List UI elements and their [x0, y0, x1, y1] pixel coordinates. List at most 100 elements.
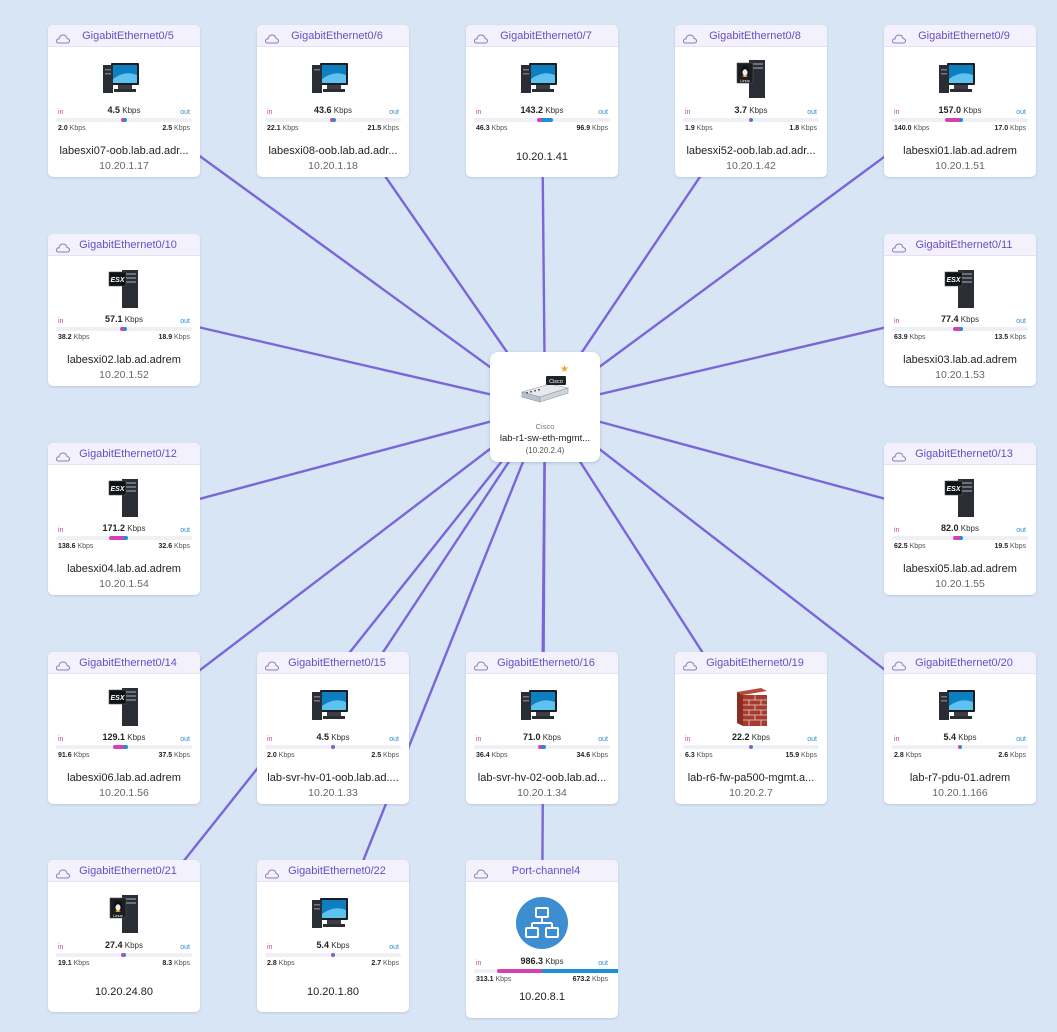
esx-tower-icon: ESX	[100, 473, 148, 521]
out-label: out	[1016, 318, 1026, 325]
traffic-meter: in 3.7 Kbps out 1.9 Kbps 1.8 Kbps	[683, 105, 819, 145]
traffic-bar	[265, 953, 401, 957]
interface-node[interactable]: GigabitEthernet0/12 ESX in 171.2 Kbps ou…	[48, 443, 200, 595]
interface-header: GigabitEthernet0/15	[257, 652, 409, 674]
interface-node[interactable]: GigabitEthernet0/8 Linux in 3.7 Kbps out…	[675, 25, 827, 177]
device-name: labesxi52-oob.lab.ad.adr...	[686, 145, 816, 157]
out-label: out	[807, 736, 817, 743]
interface-header: GigabitEthernet0/7	[466, 25, 618, 47]
linux-tower-icon: Linux	[727, 55, 775, 103]
traffic-out-fill	[124, 953, 127, 957]
interface-node[interactable]: GigabitEthernet0/7 in 143.2 Kbps out 46.…	[466, 25, 618, 177]
interface-node[interactable]: GigabitEthernet0/10 ESX in 57.1 Kbps out…	[48, 234, 200, 386]
traffic-bar	[683, 118, 819, 122]
core-switch-node[interactable]: Cisco ★ Cisco lab-r1-sw-eth-mgmt... (10.…	[490, 352, 600, 462]
cloud-icon	[55, 240, 71, 252]
out-rate: 32.6 Kbps	[158, 543, 190, 550]
device-ip: 10.20.1.56	[99, 787, 149, 799]
traffic-bar	[683, 745, 819, 749]
interface-name: GigabitEthernet0/5	[82, 29, 174, 42]
device-ip: 10.20.1.55	[935, 578, 985, 590]
interface-node[interactable]: Port-channel4 in 986.3 Kbps out 313.1 Kb…	[466, 860, 618, 1018]
device-ip: 10.20.1.54	[99, 578, 149, 590]
cloud-icon	[55, 658, 71, 670]
out-label: out	[1016, 527, 1026, 534]
out-label: out	[598, 960, 608, 967]
traffic-out-fill	[960, 745, 963, 749]
traffic-meter: in 57.1 Kbps out 38.2 Kbps 18.9 Kbps	[56, 314, 192, 354]
in-rate: 2.0 Kbps	[58, 125, 86, 132]
out-rate: 13.5 Kbps	[994, 334, 1026, 341]
in-rate: 38.2 Kbps	[58, 334, 90, 341]
device-name: lab-r7-pdu-01.adrem	[909, 772, 1011, 784]
interface-node[interactable]: GigabitEthernet0/13 ESX in 82.0 Kbps out…	[884, 443, 1036, 595]
out-label: out	[1016, 736, 1026, 743]
in-rate: 46.3 Kbps	[476, 125, 508, 132]
total-rate: 22.2 Kbps	[732, 732, 770, 742]
interface-node[interactable]: GigabitEthernet0/9 in 157.0 Kbps out 140…	[884, 25, 1036, 177]
interface-node[interactable]: GigabitEthernet0/22 in 5.4 Kbps out 2.8 …	[257, 860, 409, 1012]
interface-header: Port-channel4	[466, 860, 618, 882]
device-ip: 10.20.1.42	[726, 160, 776, 172]
traffic-bar	[56, 118, 192, 122]
in-rate: 2.0 Kbps	[267, 752, 295, 759]
cloud-icon	[264, 866, 280, 878]
traffic-out-fill	[124, 745, 129, 749]
traffic-meter: in 129.1 Kbps out 91.6 Kbps 37.5 Kbps	[56, 732, 192, 772]
out-rate: 96.9 Kbps	[576, 125, 608, 132]
svg-text:ESX: ESX	[110, 486, 125, 493]
interface-name: GigabitEthernet0/16	[497, 656, 595, 669]
out-rate: 21.5 Kbps	[367, 125, 399, 132]
interface-node[interactable]: GigabitEthernet0/21 Linux in 27.4 Kbps o…	[48, 860, 200, 1012]
cloud-icon	[682, 31, 698, 43]
interface-node[interactable]: GigabitEthernet0/11 ESX in 77.4 Kbps out…	[884, 234, 1036, 386]
out-label: out	[598, 109, 608, 116]
traffic-out-fill	[124, 536, 129, 540]
device-ip: 10.20.1.51	[935, 160, 985, 172]
out-label: out	[180, 736, 190, 743]
traffic-bar	[892, 745, 1028, 749]
device-name: lab-svr-hv-01-oob.lab.ad....	[267, 772, 399, 784]
interface-node[interactable]: GigabitEthernet0/20 in 5.4 Kbps out 2.8 …	[884, 652, 1036, 804]
out-label: out	[389, 944, 399, 951]
out-rate: 17.0 Kbps	[994, 125, 1026, 132]
out-label: out	[807, 109, 817, 116]
svg-text:ESX: ESX	[110, 695, 125, 702]
interface-node[interactable]: GigabitEthernet0/16 in 71.0 Kbps out 36.…	[466, 652, 618, 804]
interface-name: Port-channel4	[511, 864, 581, 877]
traffic-bar	[56, 327, 192, 331]
esx-tower-icon: ESX	[936, 264, 984, 312]
monitor-icon	[518, 55, 566, 103]
interface-node[interactable]: GigabitEthernet0/14 ESX in 129.1 Kbps ou…	[48, 652, 200, 804]
cloud-icon	[473, 866, 489, 878]
out-rate: 34.6 Kbps	[576, 752, 608, 759]
interface-name: GigabitEthernet0/20	[915, 656, 1013, 669]
traffic-bar	[56, 536, 192, 540]
interface-header: GigabitEthernet0/20	[884, 652, 1036, 674]
interface-node[interactable]: GigabitEthernet0/6 in 43.6 Kbps out 22.1…	[257, 25, 409, 177]
linux-tower-icon: Linux	[100, 890, 148, 938]
device-name: labesxi07-oob.lab.ad.adr...	[59, 145, 189, 157]
device-ip: 10.20.1.166	[932, 787, 988, 799]
svg-text:Linux: Linux	[113, 913, 123, 918]
traffic-bar	[892, 118, 1028, 122]
svg-text:Cisco: Cisco	[549, 379, 563, 385]
interface-node[interactable]: GigabitEthernet0/19 in 22.2 Kbps out 6.3…	[675, 652, 827, 804]
in-rate: 138.6 Kbps	[58, 543, 94, 550]
device-ip: 10.20.2.7	[729, 787, 773, 799]
interface-node[interactable]: GigabitEthernet0/15 in 4.5 Kbps out 2.0 …	[257, 652, 409, 804]
total-rate: 4.5 Kbps	[107, 105, 141, 115]
cloud-icon	[55, 31, 71, 43]
esx-tower-icon: ESX	[100, 682, 148, 730]
out-rate: 2.7 Kbps	[371, 960, 399, 967]
device-ip: 10.20.1.41	[516, 151, 568, 163]
out-rate: 2.5 Kbps	[162, 125, 190, 132]
interface-header: GigabitEthernet0/6	[257, 25, 409, 47]
traffic-bar	[474, 969, 618, 973]
interface-header: GigabitEthernet0/5	[48, 25, 200, 47]
interface-name: GigabitEthernet0/21	[79, 864, 177, 877]
interface-node[interactable]: GigabitEthernet0/5 in 4.5 Kbps out 2.0 K…	[48, 25, 200, 177]
monitor-icon	[100, 55, 148, 103]
monitor-icon	[309, 890, 357, 938]
monitor-icon	[309, 682, 357, 730]
